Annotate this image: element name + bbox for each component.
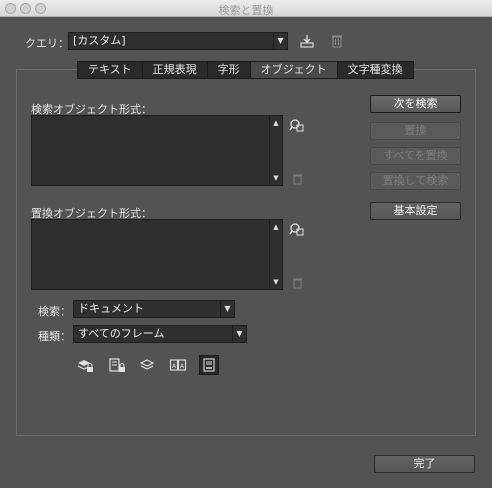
- tab-text[interactable]: テキスト: [78, 62, 143, 78]
- footnotes-icon[interactable]: [199, 355, 219, 375]
- scroll-down-icon[interactable]: ▼: [270, 174, 282, 182]
- type-dropdown[interactable]: すべてのフレーム ▼: [73, 325, 247, 343]
- scroll-down-icon[interactable]: ▼: [270, 278, 282, 286]
- hidden-layers-icon[interactable]: [137, 355, 157, 375]
- find-next-button[interactable]: 次を検索: [370, 95, 461, 113]
- save-query-icon[interactable]: [298, 32, 316, 50]
- scroll-up-icon[interactable]: ▲: [270, 119, 282, 127]
- change-find-button[interactable]: 置換して検索: [370, 172, 461, 190]
- query-value: [カスタム]: [73, 34, 126, 47]
- find-format-scrollbar[interactable]: ▲ ▼: [269, 116, 282, 185]
- done-button[interactable]: 完了: [374, 455, 475, 473]
- basic-settings-button[interactable]: 基本設定: [370, 202, 461, 220]
- change-format-box[interactable]: ▲ ▼: [31, 219, 283, 290]
- specify-change-format-icon[interactable]: [288, 221, 306, 239]
- tab-bar: テキスト 正規表現 字形 オブジェクト 文字種変換: [77, 61, 414, 79]
- find-format-box[interactable]: ▲ ▼: [31, 115, 283, 186]
- clear-change-format-icon[interactable]: [288, 274, 306, 292]
- clear-find-format-icon[interactable]: [288, 170, 306, 188]
- change-button[interactable]: 置換: [370, 122, 461, 140]
- svg-text:A: A: [172, 363, 177, 370]
- query-dropdown[interactable]: [カスタム] ▼: [68, 32, 288, 50]
- tab-grep[interactable]: 正規表現: [143, 62, 208, 78]
- tab-object[interactable]: オブジェクト: [250, 62, 338, 78]
- locked-layers-icon[interactable]: [75, 355, 95, 375]
- query-label: クエリ：: [25, 37, 69, 50]
- title-bar: 検索と置換: [0, 0, 492, 17]
- chevron-down-icon: ▼: [220, 301, 234, 317]
- scroll-up-icon[interactable]: ▲: [270, 223, 282, 231]
- window-title: 検索と置換: [218, 4, 274, 17]
- tab-glyph[interactable]: 字形: [208, 62, 251, 78]
- search-scope-label: 検索：: [38, 305, 71, 318]
- chevron-down-icon: ▼: [273, 33, 287, 49]
- search-scope-dropdown[interactable]: ドキュメント ▼: [73, 300, 235, 318]
- change-all-button[interactable]: すべてを置換: [370, 147, 461, 165]
- locked-stories-icon[interactable]: [107, 355, 127, 375]
- svg-text:A: A: [180, 363, 185, 370]
- search-scope-value: ドキュメント: [78, 302, 144, 315]
- type-value: すべてのフレーム: [78, 327, 165, 340]
- chevron-down-icon: ▼: [232, 326, 246, 342]
- delete-query-icon[interactable]: [328, 32, 346, 50]
- specify-find-format-icon[interactable]: [288, 117, 306, 135]
- type-label: 種類：: [38, 330, 71, 343]
- tab-transliterate[interactable]: 文字種変換: [338, 62, 413, 78]
- master-pages-icon[interactable]: A A: [168, 355, 188, 375]
- change-format-scrollbar[interactable]: ▲ ▼: [269, 220, 282, 289]
